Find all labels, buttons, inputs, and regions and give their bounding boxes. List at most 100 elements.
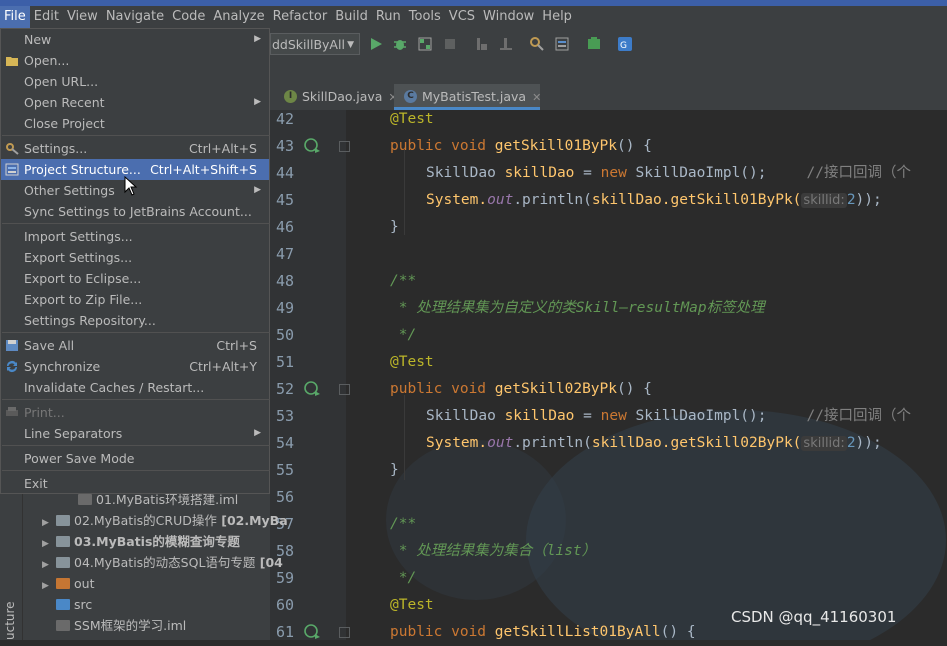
fold-marker[interactable] [339, 141, 350, 152]
parameter-hint: skillid: [801, 436, 847, 451]
menu-item-label: Sync Settings to JetBrains Account... [24, 204, 252, 219]
tree-item-label: 02.MyBatis的CRUD操作 [74, 513, 217, 528]
menu-item-open-recent[interactable]: Open Recent ▶ [1, 92, 269, 113]
project-structure-toolbar-icon[interactable] [554, 36, 570, 52]
debug-icon[interactable] [392, 36, 408, 52]
menu-item-power-save-mode[interactable]: Power Save Mode [1, 448, 269, 469]
menu-item-label: Synchronize [24, 359, 101, 374]
structure-tool-tab[interactable]: ucture [3, 601, 17, 640]
menu-item-open[interactable]: Open... [1, 50, 269, 71]
file-icon [78, 494, 92, 505]
run-test-icon[interactable] [303, 622, 321, 640]
stop-icon[interactable] [442, 36, 458, 52]
menu-item-export-eclipse[interactable]: Export to Eclipse... [1, 268, 269, 289]
class-icon: I [284, 90, 297, 103]
code-token: () { [660, 624, 696, 640]
menu-item-invalidate-caches[interactable]: Invalidate Caches / Restart... [1, 377, 269, 398]
menu-edit[interactable]: Edit [30, 6, 63, 28]
tree-item[interactable]: ▶ 02.MyBatis的CRUD操作 [02.MyBa [42, 510, 288, 531]
translate-icon[interactable]: G [617, 36, 633, 52]
menu-vcs[interactable]: VCS [445, 6, 479, 28]
code-token: 2 [846, 435, 856, 451]
menu-item-open-url[interactable]: Open URL... [1, 71, 269, 92]
folder-icon [56, 515, 70, 526]
menu-build[interactable]: Build [331, 6, 372, 28]
menu-item-export-zip[interactable]: Export to Zip File... [1, 289, 269, 310]
menu-item-label: Open URL... [24, 74, 99, 89]
code-line-58: * 处理结果集为集合（list） [346, 538, 947, 565]
menu-item-sync-settings[interactable]: Sync Settings to JetBrains Account... [1, 201, 269, 222]
tree-item[interactable]: src [56, 594, 92, 615]
menu-item-import-settings[interactable]: Import Settings... [1, 226, 269, 247]
code-token: @Test [390, 111, 434, 127]
menu-navigate[interactable]: Navigate [102, 6, 168, 28]
tree-item-module: [04 [255, 555, 283, 570]
menu-separator [2, 470, 270, 471]
code-token: /** [390, 273, 417, 289]
menu-item-label: Other Settings [24, 183, 115, 198]
code-token: //接口回调（个 [806, 408, 911, 424]
menu-item-exit[interactable]: Exit [1, 473, 269, 494]
menu-item-label: Export to Eclipse... [24, 271, 142, 286]
code-token: System. [426, 435, 488, 451]
menu-run[interactable]: Run [372, 6, 405, 28]
run-configuration-select[interactable]: ddSkillByAll ▼ [270, 33, 360, 55]
menu-view[interactable]: View [63, 6, 102, 28]
close-icon[interactable]: ✕ [532, 91, 541, 104]
code-token: SkillDao [426, 165, 505, 181]
coverage-icon[interactable] [417, 36, 433, 52]
code-token: skillDao [591, 435, 662, 451]
code-token: 2 [846, 192, 856, 208]
menu-item-line-separators[interactable]: Line Separators ▶ [1, 423, 269, 444]
run-icon[interactable] [368, 36, 384, 52]
code-line-52: public void getSkill02ByPk() { [346, 376, 947, 403]
menu-item-export-settings[interactable]: Export Settings... [1, 247, 269, 268]
wrench-icon [6, 143, 19, 155]
code-token: SkillDaoImpl(); [635, 408, 767, 424]
menu-file[interactable]: File [0, 6, 30, 28]
tree-item[interactable]: ▶ 03.MyBatis的模糊查询专题 [42, 531, 240, 552]
menu-item-close-project[interactable]: Close Project [1, 113, 269, 134]
sync-icon [7, 361, 17, 372]
fold-marker[interactable] [339, 627, 350, 638]
code-line-44: SkillDao skillDao = new SkillDaoImpl(); /… [346, 160, 947, 187]
menu-item-settings[interactable]: Settings... Ctrl+Alt+S [1, 138, 269, 159]
menu-item-label: Export Settings... [24, 250, 133, 265]
menu-analyze[interactable]: Analyze [209, 6, 268, 28]
line-number: 60 [276, 596, 295, 614]
tab-mybatistest[interactable]: C MyBatisTest.java ✕ [394, 84, 541, 110]
code-editor[interactable]: @Test public void getSkill01ByPk() { Ski… [346, 110, 947, 640]
tree-item[interactable]: ▶ out [42, 573, 94, 594]
folder-icon [56, 536, 70, 547]
folder-icon [56, 578, 70, 589]
run-test-icon[interactable] [303, 136, 321, 154]
code-line-57: /** [346, 511, 947, 538]
settings-icon[interactable] [529, 36, 545, 52]
tree-item[interactable]: ▶ 04.MyBatis的动态SQL语句专题 [04 [42, 552, 283, 573]
sdk-icon[interactable] [586, 36, 602, 52]
code-token: out [487, 192, 514, 208]
menu-code[interactable]: Code [168, 6, 209, 28]
menu-item-settings-repository[interactable]: Settings Repository... [1, 310, 269, 331]
code-line-50: */ [346, 322, 947, 349]
run-test-icon[interactable] [303, 379, 321, 397]
menu-item-shortcut: Ctrl+Alt+Shift+S [150, 162, 257, 177]
code-token: )); [855, 192, 882, 208]
code-token: * 处理结果集为集合（list） [390, 543, 597, 559]
fold-marker[interactable] [339, 384, 350, 395]
menu-tools[interactable]: Tools [405, 6, 445, 28]
code-token: skillDao [504, 165, 575, 181]
menu-help[interactable]: Help [538, 6, 576, 28]
tree-item[interactable]: SSM框架的学习.iml [56, 615, 186, 636]
chevron-right-icon[interactable]: ▶ [42, 576, 56, 597]
rebuild-icon[interactable] [498, 36, 514, 52]
tree-item-label: src [74, 597, 93, 612]
menu-refactor[interactable]: Refactor [269, 6, 332, 28]
build-project-icon[interactable] [473, 36, 489, 52]
menu-item-shortcut: Ctrl+Alt+Y [189, 359, 257, 374]
menu-window[interactable]: Window [479, 6, 538, 28]
menu-item-save-all[interactable]: Save All Ctrl+S [1, 335, 269, 356]
menu-item-synchronize[interactable]: Synchronize Ctrl+Alt+Y [1, 356, 269, 377]
menu-item-new[interactable]: New ▶ [1, 29, 269, 50]
code-token: .println( [513, 435, 592, 451]
